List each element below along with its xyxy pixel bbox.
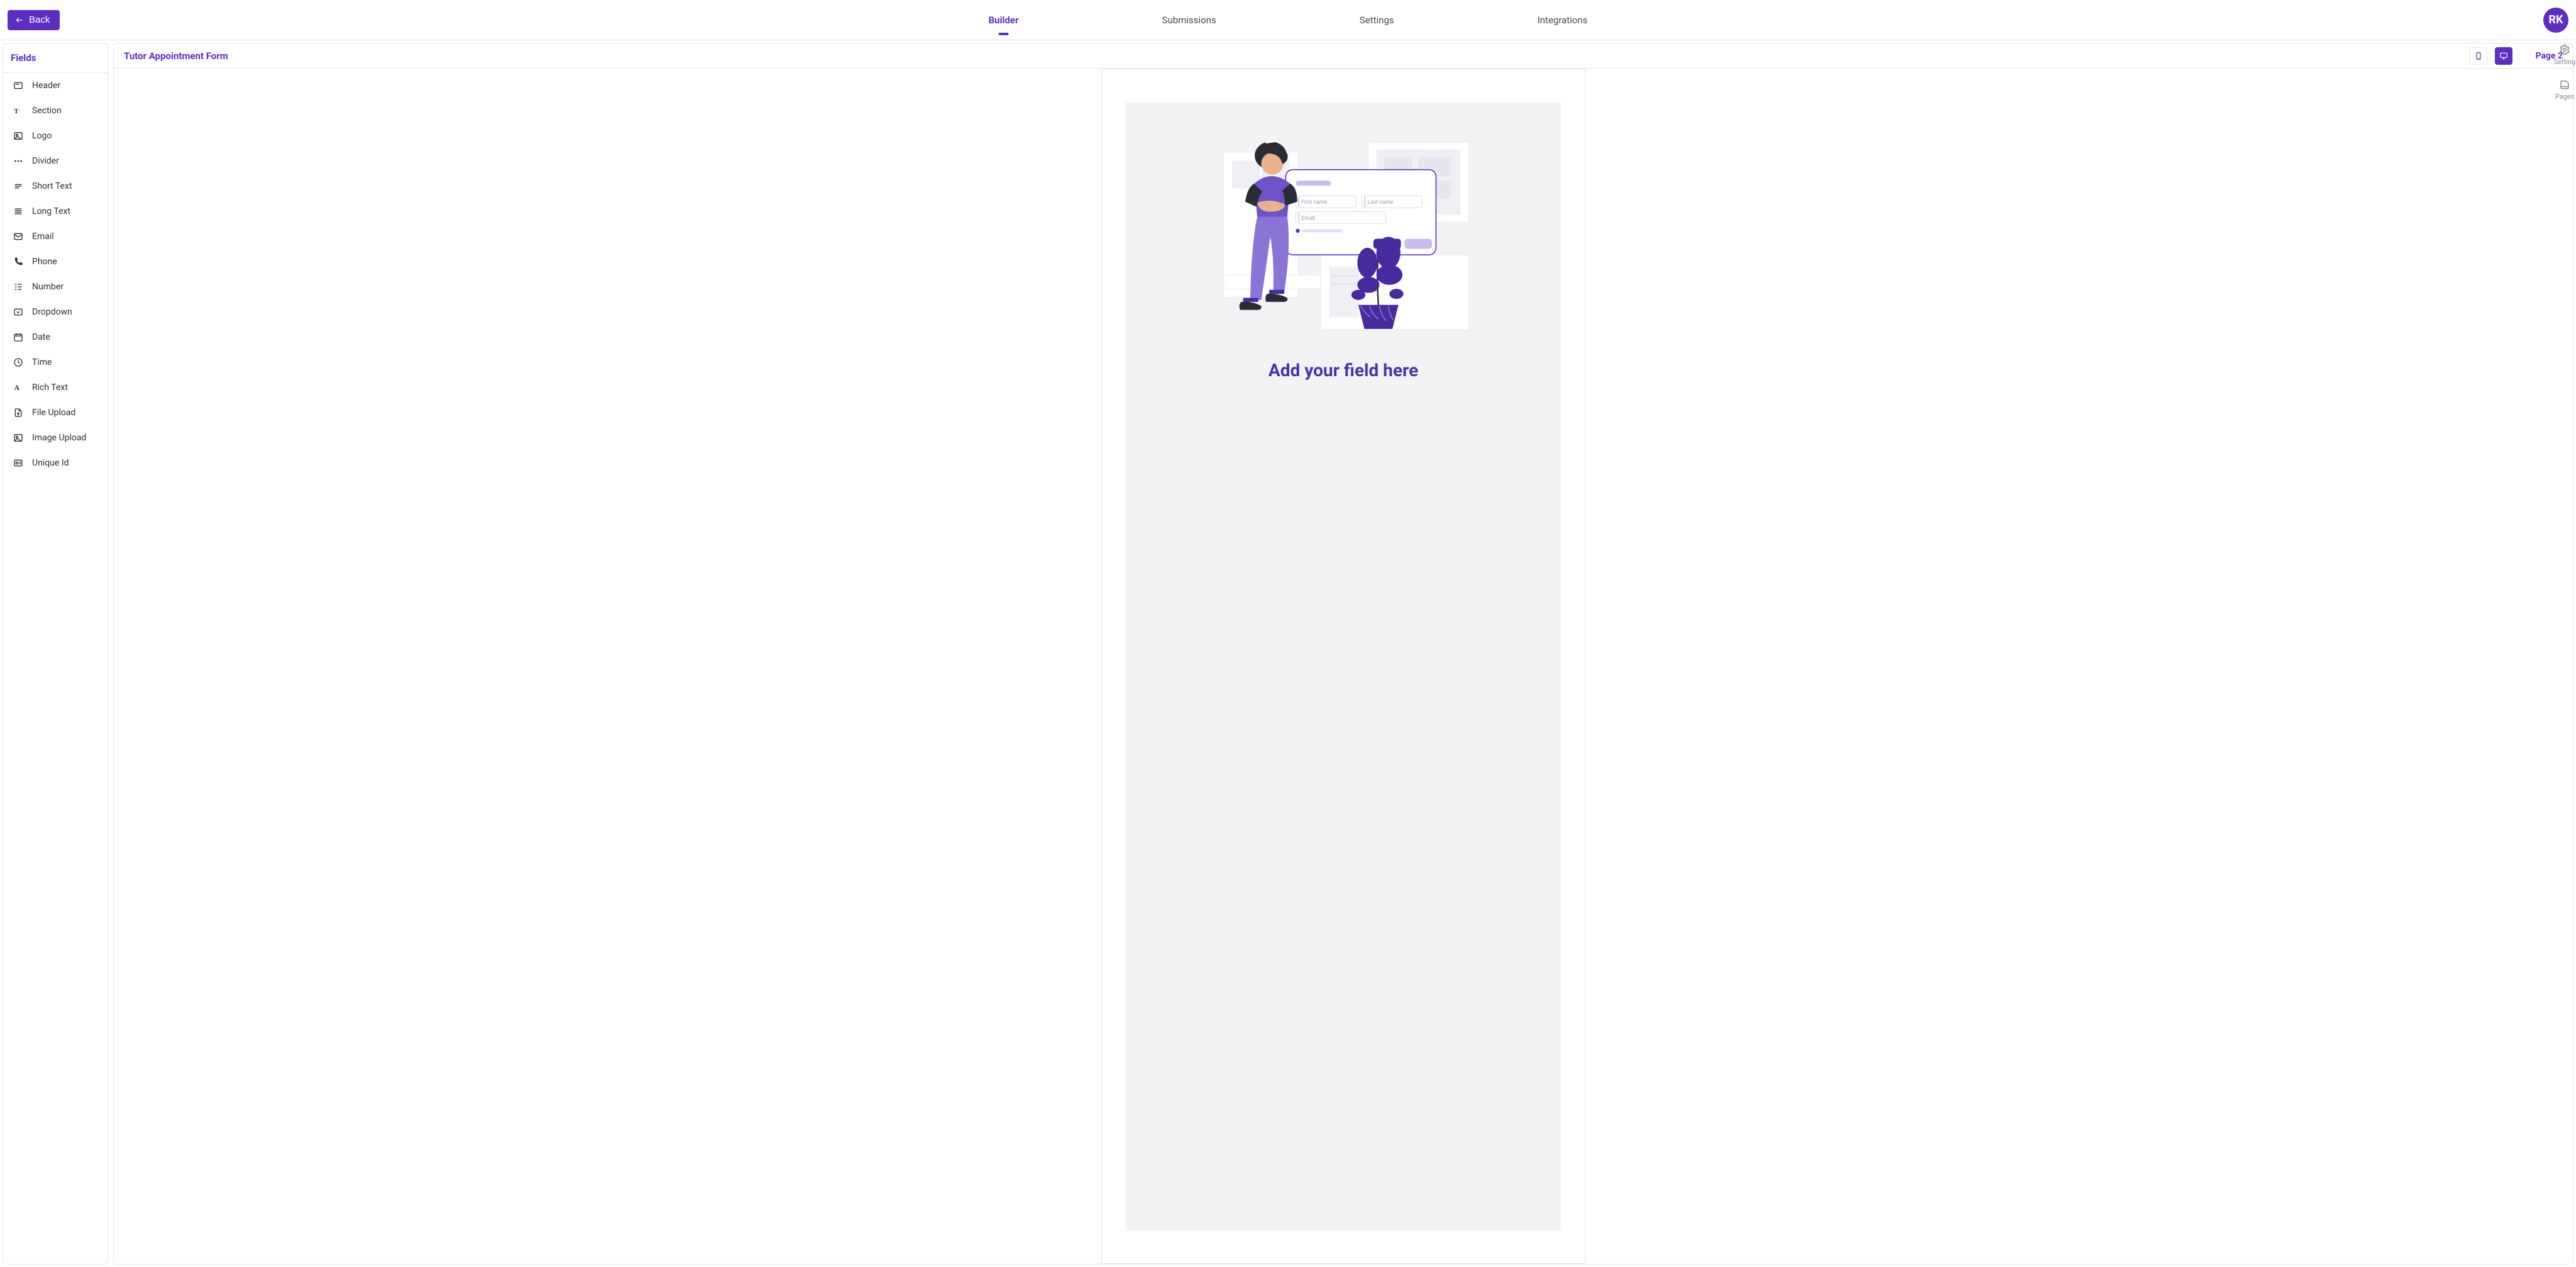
field-label: Image Upload <box>32 433 86 443</box>
field-label: Number <box>32 282 64 292</box>
field-dropdown[interactable]: Dropdown <box>3 299 108 325</box>
logo-icon <box>13 131 23 141</box>
field-label: Time <box>32 357 52 367</box>
field-label: Dropdown <box>32 307 72 317</box>
rail-setting-label: Setting <box>2554 58 2576 66</box>
svg-text:Last name: Last name <box>1367 199 1393 206</box>
field-divider[interactable]: Divider <box>3 148 108 174</box>
field-label: Rich Text <box>32 382 68 393</box>
field-image-upload[interactable]: Image Upload <box>3 425 108 450</box>
gear-icon <box>2559 44 2570 55</box>
long-text-icon <box>13 206 23 216</box>
avatar[interactable]: RK <box>2543 8 2568 33</box>
field-label: Short Text <box>32 181 72 191</box>
tab-integrations[interactable]: Integrations <box>1535 0 1591 40</box>
field-label: Long Text <box>32 206 70 216</box>
fields-list: Header T Section Logo <box>3 73 108 1264</box>
tab-builder[interactable]: Builder <box>986 0 1021 40</box>
rail-pages-label: Pages <box>2555 92 2575 101</box>
svg-text:T: T <box>14 108 18 115</box>
field-file-upload[interactable]: File Upload <box>3 400 108 425</box>
top-bar: Back Builder Submissions Settings Integr… <box>0 0 2576 40</box>
field-label: Header <box>32 81 60 91</box>
tab-submissions[interactable]: Submissions <box>1160 0 1219 40</box>
unique-id-icon <box>13 458 23 468</box>
viewport-mobile-button[interactable] <box>2470 47 2487 65</box>
field-rich-text[interactable]: A Rich Text <box>3 375 108 400</box>
field-unique-id[interactable]: Unique Id <box>3 450 108 476</box>
field-number[interactable]: Number <box>3 274 108 299</box>
right-rail: Setting Pages <box>2553 44 2576 101</box>
field-short-text[interactable]: Short Text <box>3 174 108 199</box>
back-button[interactable]: Back <box>8 10 60 30</box>
field-logo[interactable]: Logo <box>3 123 108 148</box>
number-icon <box>13 282 23 292</box>
field-label: Phone <box>32 257 57 267</box>
field-date[interactable]: Date <box>3 325 108 350</box>
avatar-initials: RK <box>2549 13 2563 26</box>
field-phone[interactable]: Phone <box>3 249 108 274</box>
rail-setting[interactable]: Setting <box>2554 44 2576 66</box>
field-section[interactable]: T Section <box>3 98 108 123</box>
form-title: Tutor Appointment Form <box>124 50 228 62</box>
image-upload-icon <box>13 433 23 443</box>
svg-text:A: A <box>14 383 19 392</box>
arrow-left-icon <box>15 16 24 25</box>
fields-panel-title: Fields <box>3 43 108 73</box>
viewport-desktop-button[interactable] <box>2495 47 2512 65</box>
desktop-icon <box>2499 51 2508 61</box>
field-header[interactable]: Header <box>3 73 108 98</box>
field-label: Logo <box>32 131 52 141</box>
empty-state-illustration: First name Last name Email <box>1208 125 1479 335</box>
field-label: Divider <box>32 156 59 166</box>
section-icon: T <box>13 106 23 116</box>
short-text-icon <box>13 181 23 191</box>
date-icon <box>13 332 23 342</box>
empty-drop-area[interactable]: First name Last name Email <box>1126 102 1561 1231</box>
time-icon <box>13 357 23 367</box>
mobile-icon <box>2474 51 2483 61</box>
divider-icon <box>13 156 23 166</box>
fields-scroll[interactable]: Header T Section Logo <box>3 73 108 1264</box>
main-tabs: Builder Submissions Settings Integration… <box>986 0 1591 40</box>
form-page[interactable]: First name Last name Email <box>1101 69 1585 1264</box>
svg-text:Email: Email <box>1301 215 1315 221</box>
rich-text-icon: A <box>13 382 23 393</box>
back-label: Back <box>29 14 50 25</box>
field-time[interactable]: Time <box>3 350 108 375</box>
file-upload-icon <box>13 408 23 418</box>
field-label: Unique Id <box>32 458 69 468</box>
field-label: Date <box>32 332 50 342</box>
field-label: Section <box>32 106 62 116</box>
email-icon <box>13 232 23 242</box>
svg-text:First name: First name <box>1301 199 1328 206</box>
field-email[interactable]: Email <box>3 224 108 249</box>
field-label: File Upload <box>32 408 75 418</box>
phone-icon <box>13 257 23 267</box>
rail-pages[interactable]: Pages <box>2555 79 2575 101</box>
work-area: Fields Header T Section <box>0 40 2576 1267</box>
canvas-header: Tutor Appointment Form Page 2 <box>114 43 2573 69</box>
pages-icon <box>2559 79 2570 90</box>
fields-panel: Fields Header T Section <box>3 43 108 1264</box>
canvas-panel: Tutor Appointment Form Page 2 <box>113 43 2573 1264</box>
header-icon <box>13 81 23 91</box>
tab-settings[interactable]: Settings <box>1357 0 1397 40</box>
field-label: Email <box>32 232 54 242</box>
viewport-toggle <box>2470 47 2512 65</box>
canvas[interactable]: First name Last name Email <box>114 69 2573 1264</box>
dropdown-icon <box>13 307 23 317</box>
field-long-text[interactable]: Long Text <box>3 199 108 224</box>
empty-state-headline: Add your field here <box>1269 360 1418 381</box>
